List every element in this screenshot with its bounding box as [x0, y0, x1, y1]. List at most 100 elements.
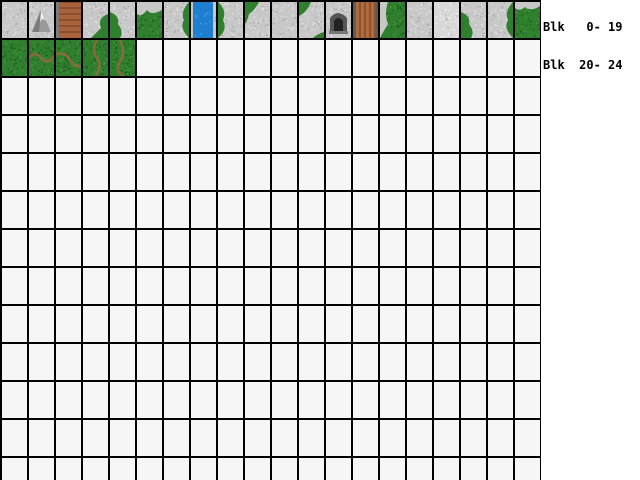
empty-tile-slot[interactable]: [270, 266, 297, 304]
empty-tile-slot[interactable]: [378, 38, 405, 76]
tile-rock-grass-edge[interactable]: [108, 0, 135, 38]
empty-tile-slot[interactable]: [216, 228, 243, 266]
empty-tile-slot[interactable]: [27, 190, 54, 228]
empty-tile-slot[interactable]: [243, 418, 270, 456]
empty-tile-slot[interactable]: [135, 266, 162, 304]
empty-tile-slot[interactable]: [486, 76, 513, 114]
empty-tile-slot[interactable]: [243, 114, 270, 152]
empty-tile-slot[interactable]: [27, 152, 54, 190]
tile-cave-entrance[interactable]: [324, 0, 351, 38]
empty-tile-slot[interactable]: [27, 304, 54, 342]
empty-tile-slot[interactable]: [270, 456, 297, 480]
tile-rock-grass-edge[interactable]: [162, 0, 189, 38]
empty-tile-slot[interactable]: [27, 418, 54, 456]
empty-tile-slot[interactable]: [81, 228, 108, 266]
empty-tile-slot[interactable]: [297, 304, 324, 342]
tile-rock-grass-edge[interactable]: [81, 0, 108, 38]
empty-tile-slot[interactable]: [135, 380, 162, 418]
empty-tile-slot[interactable]: [378, 342, 405, 380]
empty-tile-slot[interactable]: [162, 152, 189, 190]
empty-tile-slot[interactable]: [459, 418, 486, 456]
empty-tile-slot[interactable]: [81, 304, 108, 342]
empty-tile-slot[interactable]: [324, 114, 351, 152]
tile-rock[interactable]: [405, 0, 432, 38]
empty-tile-slot[interactable]: [135, 76, 162, 114]
empty-tile-slot[interactable]: [27, 76, 54, 114]
empty-tile-slot[interactable]: [216, 38, 243, 76]
empty-tile-slot[interactable]: [513, 76, 540, 114]
empty-tile-slot[interactable]: [108, 456, 135, 480]
empty-tile-slot[interactable]: [459, 152, 486, 190]
empty-tile-slot[interactable]: [432, 380, 459, 418]
empty-tile-slot[interactable]: [297, 456, 324, 480]
empty-tile-slot[interactable]: [351, 456, 378, 480]
empty-tile-slot[interactable]: [0, 418, 27, 456]
empty-tile-slot[interactable]: [0, 190, 27, 228]
empty-tile-slot[interactable]: [486, 456, 513, 480]
empty-tile-slot[interactable]: [54, 342, 81, 380]
empty-tile-slot[interactable]: [216, 152, 243, 190]
empty-tile-slot[interactable]: [324, 304, 351, 342]
empty-tile-slot[interactable]: [81, 418, 108, 456]
empty-tile-slot[interactable]: [27, 228, 54, 266]
empty-tile-slot[interactable]: [270, 342, 297, 380]
empty-tile-slot[interactable]: [513, 266, 540, 304]
empty-tile-slot[interactable]: [162, 76, 189, 114]
empty-tile-slot[interactable]: [459, 304, 486, 342]
empty-tile-slot[interactable]: [216, 342, 243, 380]
empty-tile-slot[interactable]: [27, 114, 54, 152]
empty-tile-slot[interactable]: [459, 228, 486, 266]
empty-tile-slot[interactable]: [297, 76, 324, 114]
empty-tile-slot[interactable]: [432, 114, 459, 152]
empty-tile-slot[interactable]: [513, 304, 540, 342]
empty-tile-slot[interactable]: [0, 152, 27, 190]
empty-tile-slot[interactable]: [135, 418, 162, 456]
tile-rock[interactable]: [270, 0, 297, 38]
empty-tile-slot[interactable]: [0, 456, 27, 480]
empty-tile-slot[interactable]: [405, 114, 432, 152]
empty-tile-slot[interactable]: [162, 190, 189, 228]
tile-path[interactable]: [108, 38, 135, 76]
empty-tile-slot[interactable]: [432, 190, 459, 228]
empty-tile-slot[interactable]: [189, 304, 216, 342]
empty-tile-slot[interactable]: [54, 152, 81, 190]
empty-tile-slot[interactable]: [486, 266, 513, 304]
tile-grass[interactable]: [0, 38, 27, 76]
empty-tile-slot[interactable]: [216, 266, 243, 304]
empty-tile-slot[interactable]: [270, 380, 297, 418]
empty-tile-slot[interactable]: [216, 418, 243, 456]
empty-tile-slot[interactable]: [459, 190, 486, 228]
empty-tile-slot[interactable]: [297, 190, 324, 228]
empty-tile-slot[interactable]: [378, 456, 405, 480]
empty-tile-slot[interactable]: [216, 380, 243, 418]
empty-tile-slot[interactable]: [108, 152, 135, 190]
empty-tile-slot[interactable]: [270, 304, 297, 342]
tile-rock-grass-edge[interactable]: [486, 0, 513, 38]
empty-tile-slot[interactable]: [378, 190, 405, 228]
empty-tile-slot[interactable]: [189, 114, 216, 152]
empty-tile-slot[interactable]: [405, 190, 432, 228]
empty-tile-slot[interactable]: [81, 380, 108, 418]
empty-tile-slot[interactable]: [297, 152, 324, 190]
tile-grass-rock-edge[interactable]: [135, 0, 162, 38]
empty-tile-slot[interactable]: [54, 266, 81, 304]
empty-tile-slot[interactable]: [162, 38, 189, 76]
empty-tile-slot[interactable]: [189, 76, 216, 114]
empty-tile-slot[interactable]: [189, 190, 216, 228]
tile-path[interactable]: [27, 38, 54, 76]
empty-tile-slot[interactable]: [351, 38, 378, 76]
empty-tile-slot[interactable]: [324, 228, 351, 266]
empty-tile-slot[interactable]: [432, 418, 459, 456]
empty-tile-slot[interactable]: [108, 114, 135, 152]
empty-tile-slot[interactable]: [459, 114, 486, 152]
empty-tile-slot[interactable]: [189, 228, 216, 266]
empty-tile-slot[interactable]: [135, 456, 162, 480]
empty-tile-slot[interactable]: [351, 342, 378, 380]
empty-tile-slot[interactable]: [270, 76, 297, 114]
empty-tile-slot[interactable]: [54, 114, 81, 152]
empty-tile-slot[interactable]: [297, 266, 324, 304]
empty-tile-slot[interactable]: [135, 190, 162, 228]
empty-tile-slot[interactable]: [162, 456, 189, 480]
empty-tile-slot[interactable]: [135, 114, 162, 152]
empty-tile-slot[interactable]: [243, 456, 270, 480]
